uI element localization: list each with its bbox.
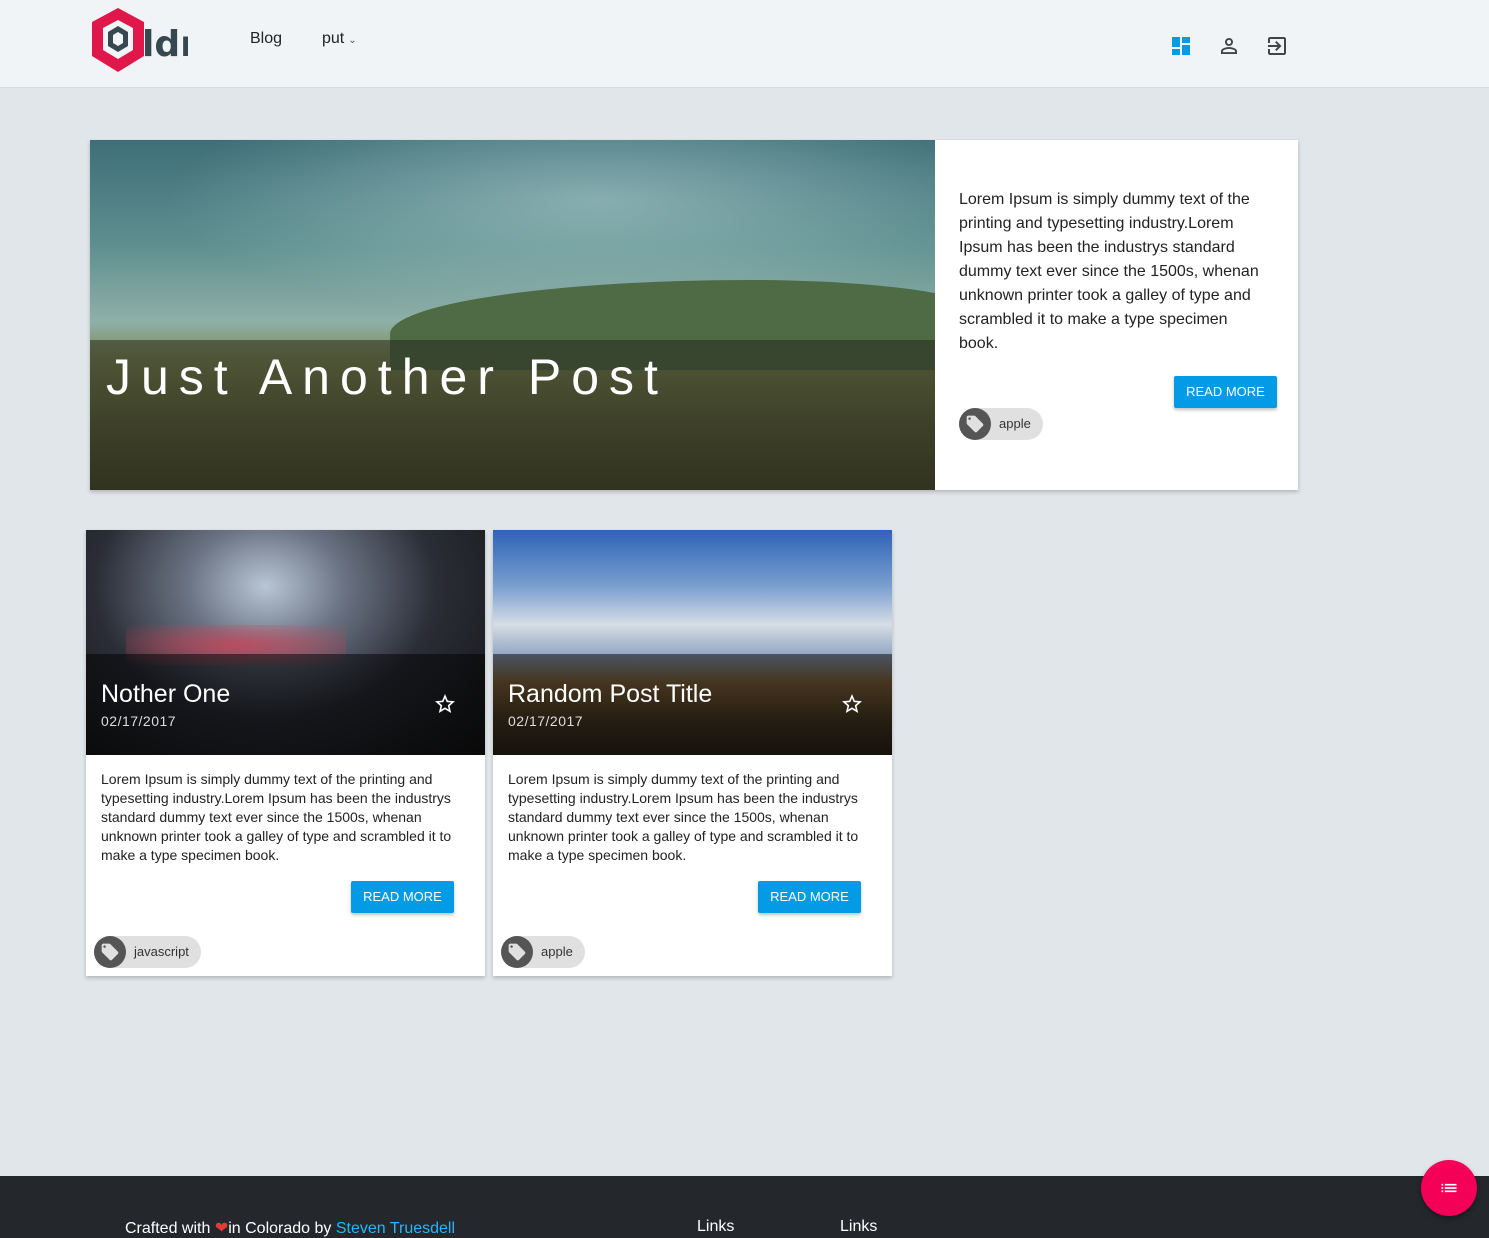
credit-middle: in Colorado by (228, 1220, 336, 1237)
post-card-title: Nother One (101, 680, 231, 708)
dashboard-icon[interactable] (1169, 34, 1193, 58)
nav-put-label: put (322, 30, 345, 47)
list-icon (1441, 1183, 1457, 1193)
tag-label: javascript (134, 944, 189, 959)
post-card-date: 02/17/2017 (508, 713, 584, 729)
nav-blog-link[interactable]: Blog (250, 30, 282, 48)
svg-text:ldr: ldr (142, 24, 188, 65)
tag-label: apple (541, 944, 573, 959)
post-card-image: Nother One 02/17/2017 (86, 530, 485, 755)
tag-icon (501, 936, 533, 968)
tag-label: apple (999, 416, 1031, 431)
tag-chip[interactable]: javascript (94, 936, 201, 968)
star-icon[interactable] (840, 692, 864, 716)
post-card: Nother One 02/17/2017 Lorem Ipsum is sim… (86, 530, 485, 976)
exit-icon[interactable] (1265, 34, 1289, 58)
featured-post-image: Just Another Post (90, 140, 935, 490)
footer-credit: Crafted with ❤in Colorado by Steven True… (125, 1218, 455, 1238)
featured-post-card: Just Another Post Lorem Ipsum is simply … (90, 140, 1298, 490)
footer-links-heading: Links (840, 1218, 878, 1235)
read-more-button[interactable]: READ MORE (351, 881, 454, 913)
post-card-image: Random Post Title 02/17/2017 (493, 530, 892, 755)
featured-tag-chip[interactable]: apple (959, 408, 1043, 440)
nav-put-dropdown[interactable]: put ⌄ (322, 30, 357, 48)
author-link[interactable]: Steven Truesdell (336, 1220, 455, 1237)
tag-chip[interactable]: apple (501, 936, 585, 968)
post-card-title: Random Post Title (508, 680, 713, 708)
post-card: Random Post Title 02/17/2017 Lorem Ipsum… (493, 530, 892, 976)
tag-icon (94, 936, 126, 968)
list-fab-button[interactable] (1421, 1160, 1477, 1216)
read-more-button[interactable]: READ MORE (758, 881, 861, 913)
star-icon[interactable] (433, 692, 457, 716)
bldr-logo[interactable]: ldr (84, 6, 198, 74)
account-icon[interactable] (1217, 34, 1241, 58)
post-card-excerpt: Lorem Ipsum is simply dummy text of the … (101, 771, 452, 863)
featured-read-more-button[interactable]: READ MORE (1174, 376, 1277, 408)
featured-post-excerpt: Lorem Ipsum is simply dummy text of the … (959, 191, 1259, 352)
post-card-excerpt: Lorem Ipsum is simply dummy text of the … (508, 771, 859, 863)
top-app-bar: ldr Blog put⌄ (0, 0, 1489, 88)
tag-icon (959, 408, 991, 440)
featured-post-title: Just Another Post (106, 349, 668, 405)
heart-icon: ❤ (214, 1220, 229, 1237)
credit-prefix: Crafted with (125, 1220, 215, 1237)
post-card-date: 02/17/2017 (101, 713, 177, 729)
footer-links-heading: Links (697, 1218, 735, 1235)
chevron-down-icon: ⌄ (348, 35, 357, 46)
